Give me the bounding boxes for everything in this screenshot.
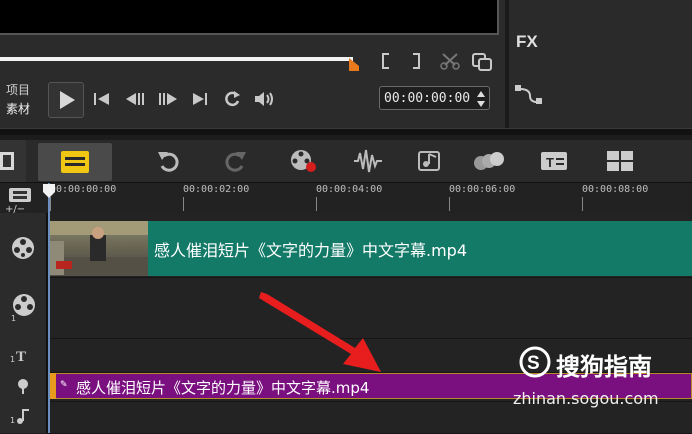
- undo-button[interactable]: [156, 148, 186, 176]
- svg-text:1: 1: [10, 416, 15, 425]
- clip-mode-label[interactable]: 素材: [6, 100, 30, 117]
- audio-mix-button[interactable]: [353, 148, 383, 176]
- voice-track-icon[interactable]: [14, 377, 32, 399]
- subtitle-editor-button[interactable]: T: [539, 148, 569, 176]
- home-button[interactable]: [93, 91, 111, 111]
- panel-divider[interactable]: [0, 128, 692, 135]
- mark-out-button[interactable]: [410, 52, 422, 74]
- mark-in-icon: [382, 53, 389, 69]
- svg-text:T: T: [16, 349, 26, 364]
- end-icon: [193, 93, 207, 105]
- music-track-icon[interactable]: 1: [10, 407, 32, 429]
- home-icon: [94, 93, 109, 105]
- prev-frame-button[interactable]: [124, 91, 146, 111]
- overlay-track-icon[interactable]: 1: [11, 293, 37, 325]
- auto-music-icon: [418, 151, 440, 171]
- repeat-icon: [225, 91, 240, 107]
- mark-out-icon: [413, 53, 420, 69]
- timecode-spinner-icon[interactable]: [476, 90, 486, 108]
- ruler-tick-mark: [50, 197, 51, 211]
- ruler-tick-label: 00:00:08:00: [582, 184, 649, 195]
- multi-camera-button[interactable]: [605, 148, 635, 176]
- prev-frame-icon: [126, 93, 144, 105]
- end-button[interactable]: [191, 91, 209, 111]
- playhead-line[interactable]: [48, 183, 50, 433]
- ruler-tick-mark: [316, 197, 317, 211]
- timecode-value: 00:00:00:00: [384, 91, 471, 106]
- timeline-view-button[interactable]: [38, 143, 112, 181]
- watermark-url: zhinan.sogou.com: [513, 389, 659, 408]
- path-icon: [515, 85, 542, 104]
- title-clip-trim-handle[interactable]: [50, 373, 56, 399]
- video-track-icon[interactable]: [11, 236, 35, 264]
- repeat-button[interactable]: [222, 89, 242, 113]
- svg-text:S: S: [527, 353, 540, 374]
- next-frame-icon: [159, 93, 177, 105]
- ruler-tick-label: 00:00:00:00: [50, 184, 117, 195]
- audio-mix-icon: [354, 149, 382, 173]
- timecode-field[interactable]: 00:00:00:00: [379, 86, 490, 110]
- fx-button[interactable]: FX: [516, 32, 538, 52]
- ruler-tick-mark: [449, 197, 450, 211]
- path-button[interactable]: [514, 84, 544, 110]
- preview-window: [0, 0, 499, 35]
- redo-icon: [225, 152, 246, 172]
- ruler-tick-label: 00:00:04:00: [316, 184, 383, 195]
- ruler-tick-label: 00:00:02:00: [183, 184, 250, 195]
- scissors-icon: [440, 53, 460, 70]
- svg-text:T: T: [546, 155, 554, 170]
- project-mode-label[interactable]: 项目: [6, 81, 30, 98]
- sogou-logo: S: [519, 346, 551, 378]
- title-clip-type-icon: ✎: [60, 380, 68, 390]
- redo-button[interactable]: [222, 148, 252, 176]
- title-clip-name: 感人催泪短片《文字的力量》中文字幕.mp4: [76, 379, 370, 397]
- video-clip-name: 感人催泪短片《文字的力量》中文字幕.mp4: [154, 241, 468, 260]
- watermark-brand: 搜狗指南: [556, 353, 652, 381]
- svg-text:1: 1: [10, 355, 15, 364]
- record-capture-button[interactable]: [289, 148, 319, 176]
- timeline-view-icon: [61, 151, 89, 173]
- scrub-handle[interactable]: [349, 56, 359, 71]
- ruler-tick-mark: [183, 197, 184, 211]
- ruler-tick-mark: [582, 197, 583, 211]
- storyboard-view-button[interactable]: [0, 140, 26, 182]
- multi-camera-icon: [607, 151, 633, 171]
- scrub-bar[interactable]: [0, 57, 353, 61]
- split-clip-button[interactable]: [440, 52, 460, 74]
- copy-icon: [472, 53, 492, 71]
- annotation-arrow: [259, 292, 381, 372]
- copy-button[interactable]: [471, 52, 493, 76]
- svg-text:1: 1: [11, 314, 16, 321]
- next-frame-button[interactable]: [157, 91, 179, 111]
- video-thumbnail: [50, 221, 148, 276]
- mark-in-button[interactable]: [380, 52, 392, 74]
- volume-button[interactable]: [253, 89, 277, 113]
- undo-icon: [158, 152, 179, 172]
- play-icon: [60, 91, 75, 109]
- film-icon: [0, 152, 14, 170]
- track-manager-icon: [9, 188, 31, 202]
- motion-track-button[interactable]: [472, 148, 504, 176]
- subtitle-editor-icon: T: [541, 152, 567, 170]
- record-capture-icon: [291, 150, 316, 172]
- mute-badge-icon: [56, 261, 72, 269]
- ruler-tick-label: 00:00:06:00: [449, 184, 516, 195]
- volume-icon: [255, 92, 273, 106]
- title-track-icon[interactable]: 1T: [10, 346, 34, 368]
- motion-track-icon: [474, 152, 504, 170]
- play-button[interactable]: [48, 82, 84, 118]
- auto-music-button[interactable]: [416, 148, 446, 176]
- playhead-handle[interactable]: [43, 183, 55, 198]
